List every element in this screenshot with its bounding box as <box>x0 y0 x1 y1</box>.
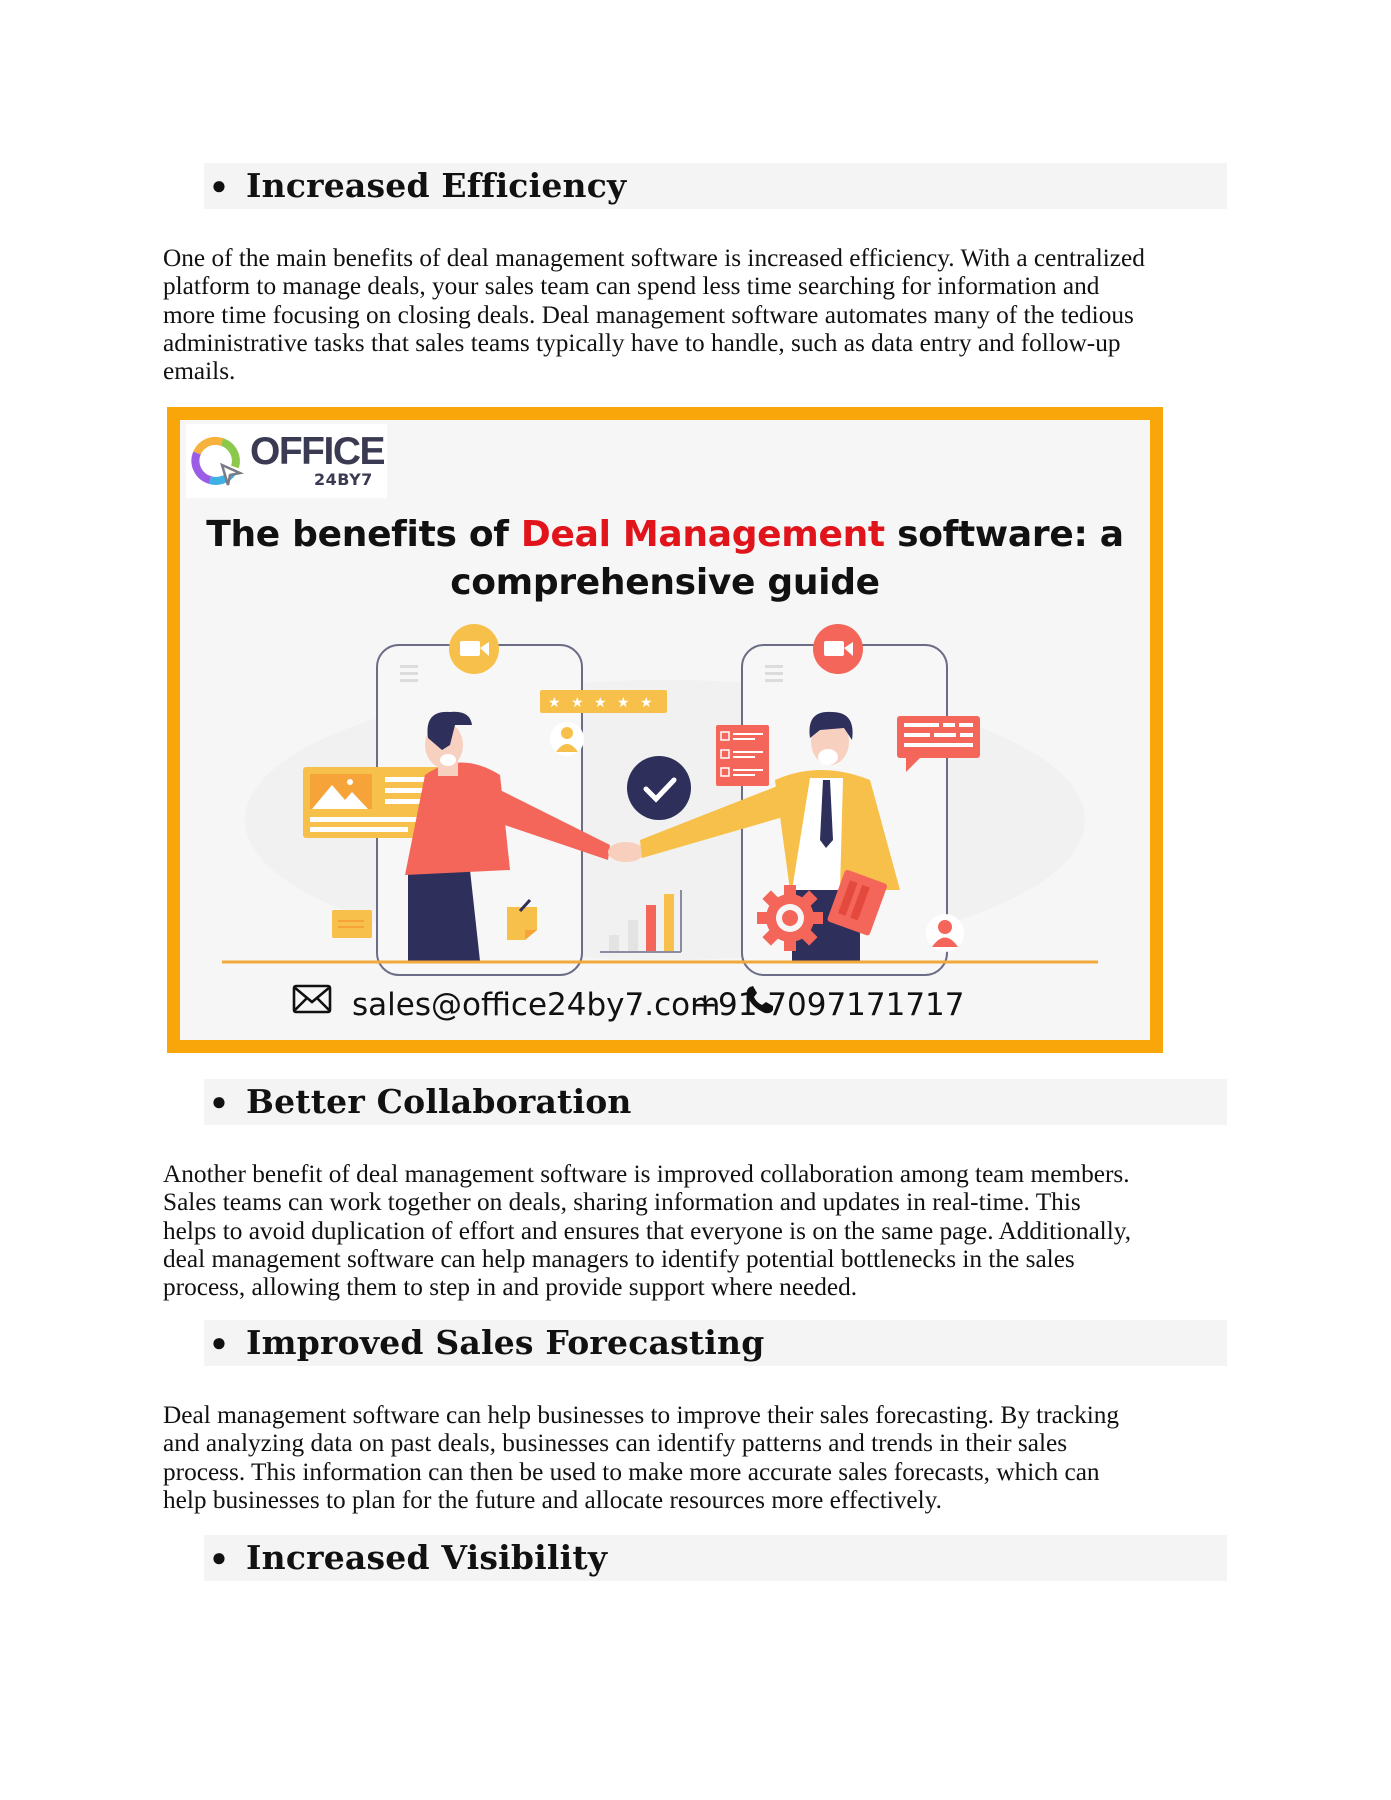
handshake <box>608 842 644 862</box>
section-heading-improved-sales-forecasting: ● Improved Sales Forecasting <box>204 1320 1227 1366</box>
paragraph-line: help businesses to plan for the future a… <box>163 1485 942 1514</box>
checklist-icon <box>716 725 769 786</box>
heading-text: Increased Visibility <box>246 1538 608 1577</box>
banner-image: OFFICE 24BY7 The benefits of Deal Manage… <box>167 407 1163 1053</box>
contact-phone-text: +91 7097171717 <box>692 987 965 1023</box>
handshake-illustration: ★ ★ ★ ★ ★ <box>222 624 1098 976</box>
paragraph-line: Sales teams can work together on deals, … <box>163 1188 1081 1217</box>
video-call-icon <box>449 624 499 674</box>
paragraph-line: platform to manage deals, your sales tea… <box>163 272 1100 301</box>
paragraph-line: and analyzing data on past deals, busine… <box>163 1429 1068 1458</box>
paragraph-line: One of the main benefits of deal managem… <box>163 244 1145 272</box>
section-heading-better-collaboration: ● Better Collaboration <box>204 1079 1227 1125</box>
paragraph-line: emails. <box>163 357 236 386</box>
section-heading-increased-visibility: ● Increased Visibility <box>204 1535 1227 1581</box>
checkmark-icon <box>627 756 691 820</box>
contact-email: sales@office24by7.com <box>352 987 721 1023</box>
bullet-icon: ● <box>211 1543 227 1572</box>
gear-icon <box>757 885 823 951</box>
paragraph-line: helps to avoid duplication of effort and… <box>163 1216 1132 1245</box>
svg-text:★: ★ <box>571 695 584 711</box>
bullet-icon: ● <box>211 1328 227 1357</box>
paragraph-improved-sales-forecasting: Deal management software can help busine… <box>163 1401 1233 1514</box>
user-avatar-icon <box>926 914 964 952</box>
svg-text:★: ★ <box>640 695 653 711</box>
user-avatar-icon <box>550 722 584 756</box>
paragraph-line: administrative tasks that sales teams ty… <box>163 328 1121 357</box>
paragraph-line: more time focusing on closing deals. Dea… <box>163 300 1134 329</box>
section-heading-increased-efficiency: ● Increased Efficiency <box>204 163 1227 209</box>
envelope-icon <box>292 984 332 1019</box>
svg-text:★: ★ <box>594 695 607 711</box>
bullet-icon: ● <box>211 1087 227 1116</box>
rating-stars: ★ ★ ★ ★ ★ <box>540 690 667 713</box>
svg-text:★: ★ <box>617 695 630 711</box>
svg-text:★: ★ <box>548 695 561 711</box>
paragraph-line: Deal management software can help busine… <box>163 1401 1120 1429</box>
heading-text: Increased Efficiency <box>246 166 627 205</box>
note-icon <box>332 910 372 938</box>
video-call-icon <box>813 624 863 674</box>
paragraph-line: Another benefit of deal management softw… <box>163 1160 1130 1188</box>
heading-text: Improved Sales Forecasting <box>246 1323 765 1362</box>
bullet-icon: ● <box>211 171 227 200</box>
paragraph-better-collaboration: Another benefit of deal management softw… <box>163 1160 1233 1301</box>
paragraph-line: process. This information can then be us… <box>163 1457 1100 1486</box>
paragraph-increased-efficiency: One of the main benefits of deal managem… <box>163 244 1233 385</box>
heading-text: Better Collaboration <box>246 1082 632 1121</box>
paragraph-line: process, allowing them to step in and pr… <box>163 1273 858 1302</box>
paragraph-line: deal management software can help manage… <box>163 1244 1075 1273</box>
